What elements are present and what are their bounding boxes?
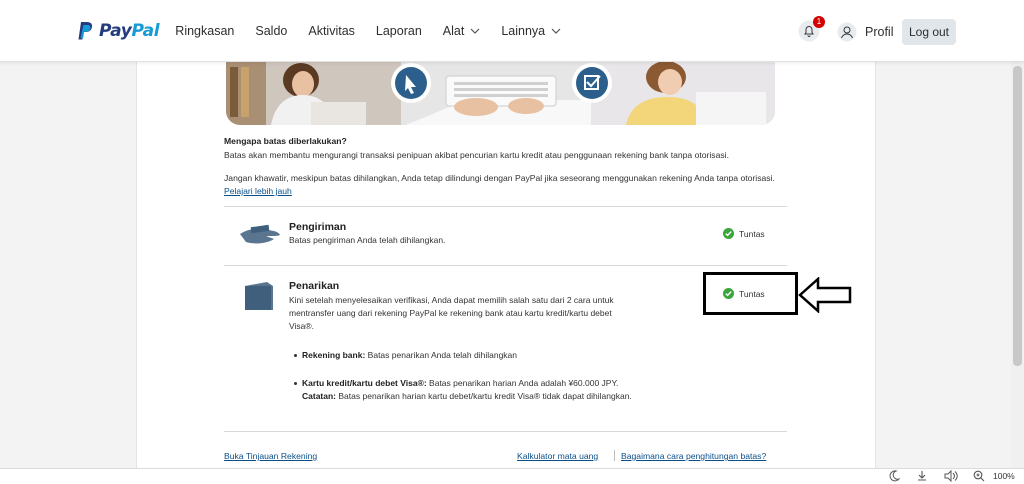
paypal-logo[interactable]: PayPal bbox=[78, 21, 160, 41]
chevron-down-icon bbox=[551, 28, 561, 34]
left-arrow-annotation-icon bbox=[798, 277, 852, 313]
note-label: Catatan: bbox=[302, 391, 337, 401]
why-limits-text: Batas akan membantu mengurangi transaksi… bbox=[224, 150, 729, 160]
sending-hand-icon bbox=[240, 224, 280, 244]
card-bullet: Kartu kredit/kartu debet Visa®: Batas pe… bbox=[302, 377, 632, 403]
withdrawal-text-line: Kini setelah menyelesaikan verifikasi, A… bbox=[289, 295, 614, 305]
speaker-icon[interactable] bbox=[944, 470, 958, 482]
currency-calculator-link[interactable]: Kalkulator mata uang bbox=[517, 451, 598, 461]
nav-label: Saldo bbox=[255, 24, 288, 38]
verification-banner-image bbox=[226, 62, 775, 125]
nav-label: Aktivitas bbox=[308, 24, 355, 38]
account-overview-link[interactable]: Buka Tinjauan Rekening bbox=[224, 451, 317, 461]
divider bbox=[224, 431, 787, 432]
nav-alat[interactable]: Alat bbox=[443, 24, 481, 38]
moon-icon[interactable] bbox=[888, 470, 900, 482]
learn-more-link[interactable]: Pelajari lebih jauh bbox=[224, 186, 292, 196]
bullet-label: Kartu kredit/kartu debet Visa®: bbox=[302, 378, 427, 388]
check-icon bbox=[723, 228, 734, 239]
sending-text: Batas pengiriman Anda telah dihilangkan. bbox=[289, 235, 446, 245]
nav-label: Alat bbox=[442, 24, 465, 38]
footer-separator bbox=[614, 450, 615, 461]
profile-label: Profil bbox=[865, 25, 894, 39]
nav-laporan[interactable]: Laporan bbox=[376, 24, 422, 38]
nav-lainnya[interactable]: Lainnya bbox=[501, 24, 561, 38]
banner-illustration bbox=[226, 62, 775, 125]
bullet-dot bbox=[294, 382, 297, 385]
withdrawal-text: Kini setelah menyelesaikan verifikasi, A… bbox=[289, 294, 669, 333]
user-icon bbox=[837, 22, 857, 42]
paypal-p-icon bbox=[78, 22, 93, 40]
nav-label: Laporan bbox=[375, 24, 422, 38]
bullet-label: Rekening bank: bbox=[302, 350, 366, 360]
highlight-annotation-box bbox=[703, 272, 798, 315]
sending-status-label: Tuntas bbox=[739, 228, 765, 239]
nav-aktivitas[interactable]: Aktivitas bbox=[308, 24, 355, 38]
nav-label: Lainnya bbox=[501, 24, 546, 38]
why-limits-heading: Mengapa batas diberlakukan? bbox=[224, 136, 347, 146]
logo-text-pal: Pal bbox=[131, 21, 160, 41]
chevron-down-icon bbox=[470, 28, 480, 34]
sending-status: Tuntas bbox=[723, 228, 765, 239]
note-text: Batas penarikan harian kartu debet/kartu… bbox=[338, 391, 632, 401]
wallet-icon bbox=[245, 282, 273, 310]
nav-ringkasan[interactable]: Ringkasan bbox=[175, 24, 234, 38]
scrollbar-thumb[interactable] bbox=[1013, 66, 1022, 366]
withdrawal-title: Penarikan bbox=[289, 280, 340, 292]
bullet-dot bbox=[294, 354, 297, 357]
logout-button[interactable]: Log out bbox=[902, 19, 956, 45]
download-icon[interactable] bbox=[916, 470, 928, 482]
bullet-text: Batas penarikan Anda telah dihilangkan bbox=[367, 350, 518, 360]
nav-label: Ringkasan bbox=[175, 24, 235, 38]
how-limits-calculated-link[interactable]: Bagaimana cara penghitungan batas? bbox=[621, 451, 766, 461]
protection-paragraph: Jangan khawatir, meskipun batas dihilang… bbox=[224, 172, 784, 198]
divider bbox=[224, 206, 787, 207]
divider bbox=[224, 265, 787, 266]
sending-title: Pengiriman bbox=[289, 221, 347, 233]
nav-saldo[interactable]: Saldo bbox=[255, 24, 287, 38]
notification-badge: 1 bbox=[813, 16, 825, 28]
protection-text: Jangan khawatir, meskipun batas dihilang… bbox=[224, 173, 775, 183]
bank-account-bullet: Rekening bank: Batas penarikan Anda tela… bbox=[302, 349, 517, 362]
bullet-text: Batas penarikan harian Anda adalah ¥60.0… bbox=[429, 378, 619, 388]
profile-menu[interactable]: Profil bbox=[837, 22, 893, 42]
withdrawal-text-line: Visa®. bbox=[289, 321, 315, 331]
withdrawal-text-line: mentransfer uang dari rekening PayPal ke… bbox=[289, 308, 612, 318]
zoom-icon[interactable] bbox=[973, 470, 985, 482]
logo-text-pay: Pay bbox=[99, 21, 132, 41]
zoom-level[interactable]: 100% bbox=[993, 471, 1015, 481]
browser-status-bar bbox=[0, 468, 1024, 484]
